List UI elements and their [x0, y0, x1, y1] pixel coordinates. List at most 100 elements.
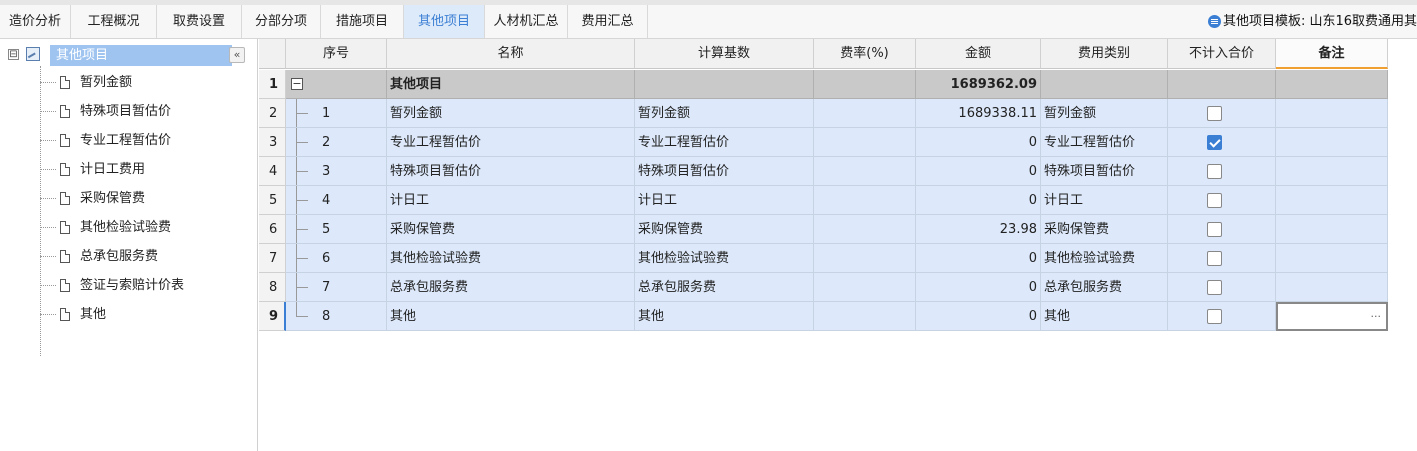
exclude-checkbox[interactable]	[1207, 251, 1222, 266]
column-header-amount[interactable]: 金额	[916, 39, 1041, 69]
cell-exclude[interactable]	[1168, 99, 1276, 128]
tab-3[interactable]: 取费设置	[157, 5, 242, 38]
cell-seq[interactable]: 8	[286, 302, 387, 331]
tree-item[interactable]: 总承包服务费	[40, 242, 258, 271]
row-number[interactable]: 2	[259, 99, 286, 128]
cell-category[interactable]: 总承包服务费	[1041, 273, 1168, 302]
column-header-category[interactable]: 费用类别	[1041, 39, 1168, 69]
cell-base[interactable]: 其他检验试验费	[635, 244, 814, 273]
row-number[interactable]: 8	[259, 273, 286, 302]
column-header-name[interactable]: 名称	[387, 39, 635, 69]
row-number[interactable]: 1	[259, 70, 286, 99]
exclude-checkbox[interactable]	[1207, 135, 1222, 150]
cell-note[interactable]: ···	[1276, 302, 1388, 331]
more-options-icon[interactable]: ···	[1371, 302, 1382, 330]
cell-amount[interactable]: 0	[916, 244, 1041, 273]
tab-7[interactable]: 人材机汇总	[485, 5, 568, 38]
tree-root-node[interactable]: ⊟ 其他项目 «	[0, 44, 258, 66]
cell-category[interactable]: 暂列金额	[1041, 99, 1168, 128]
cell-note[interactable]	[1276, 128, 1388, 157]
cell-exclude[interactable]	[1168, 244, 1276, 273]
tab-1[interactable]: 造价分析	[0, 5, 71, 38]
tree-item[interactable]: 暂列金额	[40, 68, 258, 97]
cell-note[interactable]	[1276, 215, 1388, 244]
cell-base[interactable]	[635, 70, 814, 99]
cell-note[interactable]	[1276, 273, 1388, 302]
cell-exclude[interactable]	[1168, 302, 1276, 331]
cell-base[interactable]: 暂列金额	[635, 99, 814, 128]
cell-note[interactable]	[1276, 244, 1388, 273]
cell-rate[interactable]	[814, 186, 916, 215]
cell-seq[interactable]: 1	[286, 99, 387, 128]
cell-name[interactable]: 其他检验试验费	[387, 244, 635, 273]
cell-rate[interactable]	[814, 99, 916, 128]
cell-name[interactable]: 其他项目	[387, 70, 635, 99]
cell-category[interactable]: 计日工	[1041, 186, 1168, 215]
cell-name[interactable]: 总承包服务费	[387, 273, 635, 302]
column-header-note[interactable]: 备注	[1276, 39, 1388, 69]
tab-5[interactable]: 措施项目	[321, 5, 404, 38]
column-header-rownum[interactable]	[259, 39, 286, 69]
tree-root-label[interactable]: 其他项目	[50, 45, 232, 66]
cell-rate[interactable]	[814, 70, 916, 99]
cell-seq[interactable]: 6	[286, 244, 387, 273]
cell-seq[interactable]: 4	[286, 186, 387, 215]
cell-amount[interactable]: 1689362.09	[916, 70, 1041, 99]
cell-seq[interactable]: 7	[286, 273, 387, 302]
cell-seq[interactable]: 3	[286, 157, 387, 186]
exclude-checkbox[interactable]	[1207, 193, 1222, 208]
exclude-checkbox[interactable]	[1207, 222, 1222, 237]
row-number[interactable]: 7	[259, 244, 286, 273]
cell-name[interactable]: 采购保管费	[387, 215, 635, 244]
cell-rate[interactable]	[814, 244, 916, 273]
cell-base[interactable]: 其他	[635, 302, 814, 331]
tree-item[interactable]: 专业工程暂估价	[40, 126, 258, 155]
tree-item[interactable]: 特殊项目暂估价	[40, 97, 258, 126]
cell-name[interactable]: 专业工程暂估价	[387, 128, 635, 157]
cell-category[interactable]: 专业工程暂估价	[1041, 128, 1168, 157]
column-header-exclude[interactable]: 不计入合价	[1168, 39, 1276, 69]
row-number[interactable]: 4	[259, 157, 286, 186]
column-header-seq[interactable]: 序号	[286, 39, 387, 69]
row-number[interactable]: 3	[259, 128, 286, 157]
cell-note[interactable]	[1276, 157, 1388, 186]
cell-amount[interactable]: 0	[916, 273, 1041, 302]
row-number[interactable]: 6	[259, 215, 286, 244]
tree-item[interactable]: 其他	[40, 300, 258, 329]
row-number[interactable]: 5	[259, 186, 286, 215]
cell-category[interactable]: 其他检验试验费	[1041, 244, 1168, 273]
tree-item[interactable]: 其他检验试验费	[40, 213, 258, 242]
cell-category[interactable]: 其他	[1041, 302, 1168, 331]
cell-amount[interactable]: 0	[916, 186, 1041, 215]
cell-name[interactable]: 计日工	[387, 186, 635, 215]
cell-exclude[interactable]	[1168, 128, 1276, 157]
row-number[interactable]: 9	[259, 302, 286, 331]
cell-base[interactable]: 专业工程暂估价	[635, 128, 814, 157]
cell-seq[interactable]: −	[286, 70, 387, 99]
collapse-group-icon[interactable]: −	[291, 78, 303, 90]
cell-note[interactable]	[1276, 99, 1388, 128]
cell-base[interactable]: 总承包服务费	[635, 273, 814, 302]
cell-amount[interactable]: 0	[916, 128, 1041, 157]
tree-item[interactable]: 签证与索赔计价表	[40, 271, 258, 300]
cell-exclude[interactable]	[1168, 186, 1276, 215]
cell-note[interactable]	[1276, 70, 1388, 99]
tab-4[interactable]: 分部分项	[242, 5, 321, 38]
cell-note[interactable]	[1276, 186, 1388, 215]
cell-exclude[interactable]	[1168, 157, 1276, 186]
tree-item[interactable]: 采购保管费	[40, 184, 258, 213]
cell-category[interactable]	[1041, 70, 1168, 99]
exclude-checkbox[interactable]	[1207, 280, 1222, 295]
template-info[interactable]: 其他项目模板: 山东16取费通用其	[1207, 5, 1417, 38]
cell-exclude[interactable]	[1168, 215, 1276, 244]
cell-rate[interactable]	[814, 157, 916, 186]
cell-exclude[interactable]	[1168, 273, 1276, 302]
tree-collapse-toggle[interactable]: ⊟	[8, 49, 19, 60]
cell-name[interactable]: 暂列金额	[387, 99, 635, 128]
cell-amount[interactable]: 1689338.11	[916, 99, 1041, 128]
exclude-checkbox[interactable]	[1207, 106, 1222, 121]
cell-amount[interactable]: 0	[916, 302, 1041, 331]
cell-rate[interactable]	[814, 128, 916, 157]
cell-rate[interactable]	[814, 302, 916, 331]
cell-seq[interactable]: 2	[286, 128, 387, 157]
